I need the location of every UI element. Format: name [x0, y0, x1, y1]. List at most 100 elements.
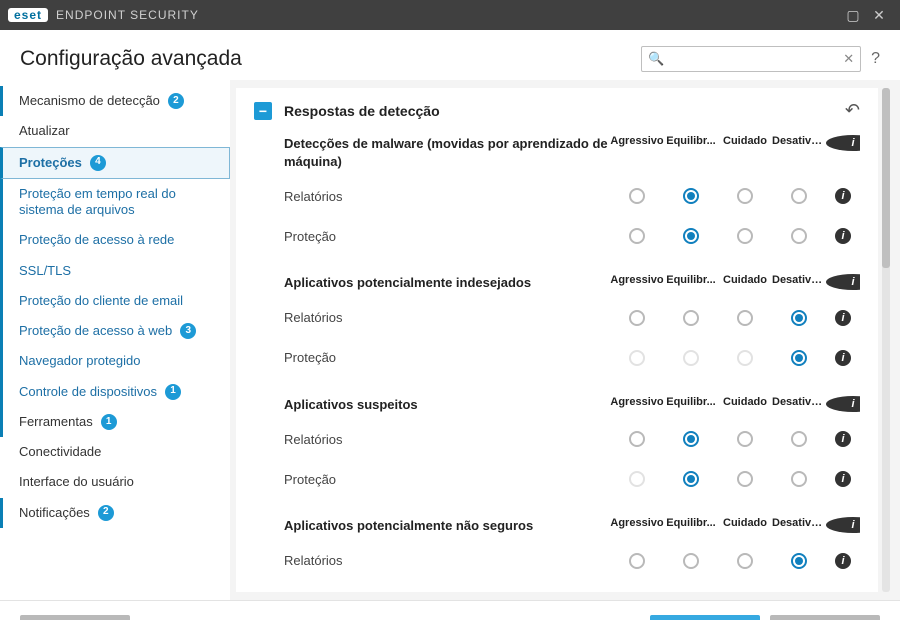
column-header: Equilibr... [664, 135, 718, 151]
sidebar-item-label: Conectividade [19, 444, 101, 460]
radio-option[interactable] [737, 553, 753, 569]
column-header: Agressivo [610, 274, 664, 290]
sidebar-item-label: Interface do usuário [19, 474, 134, 490]
radio-option[interactable] [683, 471, 699, 487]
radio-option[interactable] [629, 188, 645, 204]
setting-label: Proteção [284, 229, 610, 244]
sidebar-item[interactable]: Controle de dispositivos 1 [0, 377, 230, 407]
radio-option[interactable] [737, 471, 753, 487]
radio-option[interactable] [683, 228, 699, 244]
sidebar-item-label: Notificações [19, 505, 90, 521]
info-icon[interactable]: i [826, 396, 860, 412]
sidebar-item[interactable]: SSL/TLS [0, 256, 230, 286]
info-icon[interactable]: i [835, 431, 851, 447]
radio-option [629, 471, 645, 487]
info-icon[interactable]: i [835, 350, 851, 366]
column-header: Equilibr... [664, 517, 718, 533]
radio-option[interactable] [683, 431, 699, 447]
sidebar-item-label: Proteção de acesso à web [19, 323, 172, 339]
radio-option [683, 350, 699, 366]
column-header: Cuidado [718, 517, 772, 533]
info-icon[interactable]: i [826, 135, 860, 151]
sidebar-item[interactable]: Navegador protegido [0, 346, 230, 376]
radio-option[interactable] [791, 310, 807, 326]
sidebar-item[interactable]: Proteções4 [0, 147, 230, 179]
radio-option[interactable] [791, 431, 807, 447]
default-button[interactable]: Padrão [20, 615, 130, 620]
scrollbar-track[interactable] [882, 88, 890, 592]
help-icon[interactable]: ? [871, 50, 880, 68]
sidebar-item-label: Proteções [19, 155, 82, 171]
sidebar-item[interactable]: Conectividade [0, 437, 230, 467]
sidebar-item[interactable]: Proteção de acesso à rede [0, 225, 230, 255]
sidebar-item[interactable]: Interface do usuário [0, 467, 230, 497]
setting-label: Proteção [284, 472, 610, 487]
search-input[interactable] [664, 52, 843, 67]
radio-option[interactable] [737, 188, 753, 204]
radio-option [737, 350, 753, 366]
window-close-icon[interactable]: ✕ [866, 7, 892, 24]
sidebar-item-label: Proteção do cliente de email [19, 293, 183, 309]
sidebar-item[interactable]: Atualizar [0, 116, 230, 146]
search-icon: 🔍 [648, 51, 664, 67]
sidebar-item[interactable]: Proteção em tempo real do sistema de arq… [0, 179, 230, 226]
column-header: Agressivo [610, 135, 664, 151]
radio-option[interactable] [737, 310, 753, 326]
clear-search-icon[interactable]: ✕ [843, 51, 854, 67]
product-name: ENDPOINT SECURITY [56, 8, 199, 22]
radio-option[interactable] [683, 188, 699, 204]
page-title: Configuração avançada [20, 47, 641, 71]
sidebar-item-label: Atualizar [19, 123, 70, 139]
setting-row: Proteção i [284, 216, 860, 256]
scrollbar-thumb[interactable] [882, 88, 890, 268]
sidebar-item-label: Controle de dispositivos [19, 384, 157, 400]
info-icon[interactable]: i [826, 274, 860, 290]
sidebar-badge: 2 [168, 93, 184, 109]
radio-option[interactable] [791, 228, 807, 244]
radio-option[interactable] [683, 553, 699, 569]
cancel-button[interactable]: Cancelar [770, 615, 880, 620]
radio-option[interactable] [791, 553, 807, 569]
group-title: Aplicativos potencialmente não seguros [284, 517, 610, 535]
radio-option[interactable] [791, 471, 807, 487]
radio-option[interactable] [629, 431, 645, 447]
sidebar-badge: 1 [165, 384, 181, 400]
sidebar-item-label: Proteção de acesso à rede [19, 232, 174, 248]
radio-option[interactable] [683, 310, 699, 326]
sidebar-item[interactable]: Proteção de acesso à web3 [0, 316, 230, 346]
info-icon[interactable]: i [835, 310, 851, 326]
sidebar-item-label: Ferramentas [19, 414, 93, 430]
column-header: Desativa... [772, 517, 826, 533]
radio-option[interactable] [629, 228, 645, 244]
radio-option[interactable] [629, 310, 645, 326]
setting-row: Relatóriosi [284, 176, 860, 216]
window-maximize-icon[interactable]: ▢ [840, 7, 866, 24]
radio-option[interactable] [791, 350, 807, 366]
info-icon[interactable]: i [826, 517, 860, 533]
info-icon[interactable]: i [835, 188, 851, 204]
section-title: Respostas de detecção [284, 103, 845, 119]
info-icon[interactable]: i [835, 553, 851, 569]
radio-option[interactable] [737, 431, 753, 447]
info-icon[interactable]: i [835, 471, 851, 487]
undo-icon[interactable]: ↶ [845, 100, 860, 121]
sidebar-item[interactable]: Mecanismo de detecção 2 [0, 86, 230, 116]
sidebar-item[interactable]: Ferramentas 1 [0, 407, 230, 437]
setting-label: Proteção [284, 350, 610, 365]
setting-row: Proteção i [284, 338, 860, 378]
setting-row: Relatóriosi [284, 541, 860, 581]
column-header: Desativa... [772, 396, 826, 412]
radio-option[interactable] [629, 553, 645, 569]
radio-option[interactable] [791, 188, 807, 204]
info-icon[interactable]: i [835, 228, 851, 244]
search-box[interactable]: 🔍 ✕ [641, 46, 861, 72]
radio-option[interactable] [737, 228, 753, 244]
ok-button[interactable]: 🛡 OK [650, 615, 760, 620]
group-title: Aplicativos potencialmente indesejados [284, 274, 610, 292]
sidebar-item[interactable]: Proteção do cliente de email [0, 286, 230, 316]
collapse-toggle-icon[interactable]: − [254, 102, 272, 120]
column-header: Cuidado [718, 135, 772, 151]
sidebar-badge: 1 [101, 414, 117, 430]
sidebar-item-label: Mecanismo de detecção [19, 93, 160, 109]
sidebar-item[interactable]: Notificações2 [0, 498, 230, 528]
